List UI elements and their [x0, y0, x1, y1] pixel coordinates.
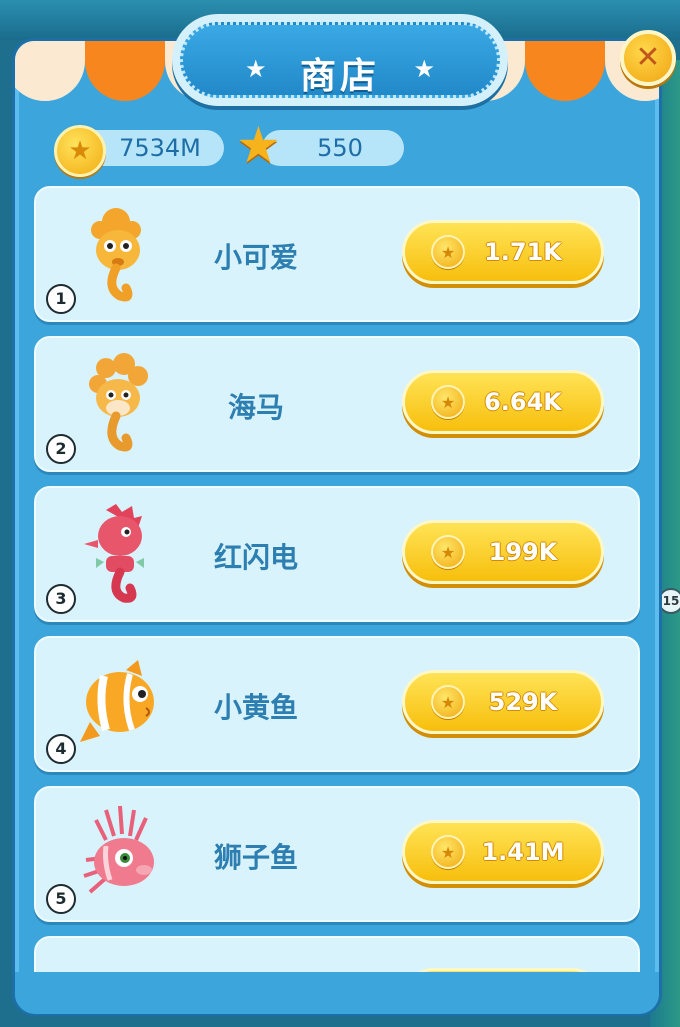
star-currency-icon: ★ — [236, 116, 281, 174]
buy-button[interactable]: ★ 1.71K — [402, 220, 604, 284]
buy-button[interactable]: ★ 6.64K — [402, 370, 604, 434]
yellow-seahorse-icon — [91, 208, 141, 302]
item-price: 199K — [488, 538, 558, 566]
item-name: 红闪电 — [213, 541, 298, 574]
item-index-badge: 2 — [46, 434, 76, 464]
star-icon: ★ — [413, 55, 435, 83]
coin-icon: ★ — [431, 385, 465, 419]
shop-item: 小可爱 ★ 1.71K 1 — [34, 186, 640, 322]
item-index-badge: 1 — [46, 284, 76, 314]
coin-icon: ★ — [54, 125, 106, 177]
clownfish-icon — [80, 660, 154, 742]
item-price: 1.71K — [484, 238, 562, 266]
close-button[interactable]: ✕ — [620, 30, 676, 86]
item-name: 小黄鱼 — [213, 691, 298, 724]
title-plate: ★ 商店 ★ — [172, 14, 508, 106]
close-icon: ✕ — [635, 40, 661, 75]
red-seahorse-icon — [84, 504, 144, 603]
item-price: 6.64K — [484, 388, 562, 416]
coin-icon: ★ — [431, 685, 465, 719]
coin-icon: ★ — [431, 835, 465, 869]
page-title: 商店 — [299, 56, 380, 97]
shop-item-partial — [34, 936, 640, 972]
item-price: 1.41M — [481, 838, 565, 866]
shop-item: 海马 ★ 6.64K 2 — [34, 336, 640, 472]
buy-button[interactable]: ★ 529K — [402, 670, 604, 734]
item-name: 小可爱 — [213, 241, 298, 274]
item-index-badge: 4 — [46, 734, 76, 764]
item-index-badge: 3 — [46, 584, 76, 614]
item-index-badge: 5 — [46, 884, 76, 914]
item-price: 529K — [488, 688, 558, 716]
buy-button[interactable]: ★ 1.41M — [402, 820, 604, 884]
curly-seahorse-icon — [89, 353, 148, 452]
coin-icon: ★ — [431, 235, 465, 269]
lionfish-icon — [83, 805, 154, 894]
item-name: 海马 — [227, 391, 284, 424]
panel-bottom-border — [15, 972, 659, 1014]
coin-icon: ★ — [431, 535, 465, 569]
item-name: 狮子鱼 — [213, 841, 298, 874]
shop-item: 狮子鱼 ★ 1.41M 5 — [34, 786, 640, 922]
buy-button[interactable]: ★ 199K — [402, 520, 604, 584]
shop-item: 小黄鱼 ★ 529K 4 — [34, 636, 640, 772]
shop-item: 红闪电 ★ 199K 3 — [34, 486, 640, 622]
